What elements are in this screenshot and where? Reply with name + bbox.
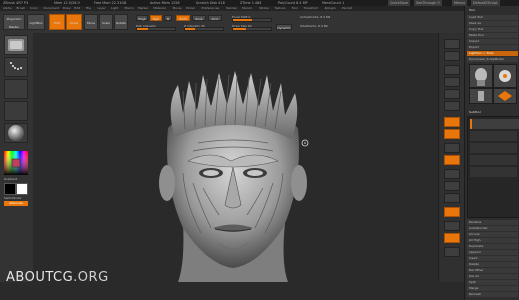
del-all-button[interactable]: Del All bbox=[467, 274, 518, 279]
brush-thumbnail[interactable] bbox=[4, 35, 28, 55]
tool-palette-title: Tool bbox=[467, 8, 518, 13]
material-thumbnail[interactable] bbox=[4, 123, 28, 143]
polymesh-icon bbox=[498, 91, 512, 101]
subtool-item-active[interactable] bbox=[470, 119, 519, 129]
subtool-item[interactable] bbox=[470, 167, 517, 177]
move-view-button[interactable] bbox=[444, 193, 460, 203]
rgb-button[interactable]: Rgb bbox=[150, 15, 162, 21]
subtool-list[interactable] bbox=[467, 116, 519, 218]
all-low-button[interactable]: All Low bbox=[467, 232, 518, 237]
scroll-button[interactable] bbox=[444, 65, 460, 75]
projection-master-button[interactable]: Projection Master bbox=[3, 14, 25, 30]
zsub-button[interactable]: Zsub bbox=[192, 15, 206, 21]
active-points-readout: ActivePoints: 8.4 Mil bbox=[300, 15, 331, 19]
lightbox-button[interactable]: LightBox bbox=[27, 14, 45, 30]
total-points-readout: TotalPoints: 8.4 Mil bbox=[300, 24, 328, 28]
document-canvas[interactable] bbox=[33, 33, 438, 282]
polymesh-thumbnail[interactable] bbox=[493, 88, 517, 104]
current-tool-thumbnail[interactable] bbox=[469, 64, 493, 88]
floor-button[interactable] bbox=[444, 129, 460, 139]
zoom-button[interactable] bbox=[444, 77, 460, 87]
gradient-label: Gradient bbox=[4, 177, 18, 181]
subtool-item[interactable] bbox=[470, 131, 517, 141]
rotate-button[interactable]: Rotate bbox=[114, 14, 128, 30]
export-button[interactable]: Export bbox=[467, 45, 518, 50]
subtool-item[interactable] bbox=[470, 143, 517, 153]
spix-button[interactable] bbox=[444, 51, 460, 61]
watermark-logo: ABOUTCG.ORG bbox=[6, 270, 109, 285]
z-intensity-slider[interactable] bbox=[184, 27, 224, 31]
scale-button[interactable]: Scale bbox=[99, 14, 113, 30]
persp-button[interactable] bbox=[444, 117, 460, 127]
simplebrush-thumbnail[interactable] bbox=[493, 64, 517, 88]
focal-shift-slider[interactable] bbox=[232, 18, 272, 22]
paste-tool-button[interactable]: Paste Tool bbox=[467, 33, 518, 38]
actual-button[interactable] bbox=[444, 89, 460, 99]
append-button[interactable]: Append bbox=[467, 250, 518, 255]
zadd-button[interactable]: Zadd bbox=[176, 15, 190, 21]
solo-button[interactable] bbox=[444, 233, 460, 243]
rgb-intensity-slider[interactable] bbox=[136, 27, 176, 31]
move-button[interactable]: Move bbox=[84, 14, 98, 30]
color-picker[interactable] bbox=[4, 151, 28, 175]
frame-button[interactable] bbox=[444, 181, 460, 191]
merge-button[interactable]: Merge bbox=[467, 286, 518, 291]
alternate-button[interactable]: Alternate bbox=[4, 201, 28, 206]
main-color-swatch[interactable] bbox=[4, 183, 16, 195]
switch-color-button[interactable]: SwitchColor bbox=[4, 196, 22, 200]
import-button[interactable]: Import bbox=[467, 39, 518, 44]
duplicate-button[interactable]: Duplicate bbox=[467, 244, 518, 249]
local-button[interactable] bbox=[444, 143, 460, 153]
stroke-dots-icon bbox=[10, 62, 22, 70]
lsym-button[interactable] bbox=[444, 155, 460, 165]
zcut-button[interactable]: Zcut bbox=[208, 15, 222, 21]
alpha-thumbnail[interactable] bbox=[4, 79, 28, 99]
color-wheel-icon bbox=[4, 151, 28, 175]
tool-palette: Tool Load Tool Save As Copy Tool Paste T… bbox=[464, 6, 519, 300]
cylinder-thumbnail[interactable] bbox=[469, 88, 493, 104]
dynamic-button[interactable]: Dynamic bbox=[276, 24, 292, 30]
simplebrush-icon bbox=[499, 70, 511, 82]
save-as-button[interactable]: Save As bbox=[467, 21, 518, 26]
load-tool-button[interactable]: Load Tool bbox=[467, 15, 518, 20]
cylinder-icon bbox=[478, 91, 484, 101]
texture-thumbnail[interactable] bbox=[4, 101, 28, 121]
copy-tool-button[interactable]: Copy Tool bbox=[467, 27, 518, 32]
crosshair-cursor-icon bbox=[301, 139, 309, 147]
lightbox-tools-button[interactable]: Lightbox > Tools bbox=[467, 51, 518, 56]
subtool-item[interactable] bbox=[470, 155, 517, 165]
m-button[interactable]: M bbox=[164, 15, 172, 21]
autoreorder-button[interactable]: AutoReorder bbox=[467, 226, 518, 231]
rename-button[interactable]: Rename bbox=[467, 220, 518, 225]
aahalf-button[interactable] bbox=[444, 101, 460, 111]
sculpt-bust bbox=[159, 71, 309, 282]
mrgb-button[interactable]: Mrgb bbox=[136, 15, 148, 21]
stroke-thumbnail[interactable] bbox=[4, 57, 28, 77]
bpr-button[interactable] bbox=[444, 39, 460, 49]
top-toolbar: Projection Master LightBox Edit Draw Mov… bbox=[0, 11, 519, 34]
all-high-button[interactable]: All High bbox=[467, 238, 518, 243]
transp-button[interactable] bbox=[444, 221, 460, 231]
edit-button[interactable]: Edit bbox=[49, 14, 65, 30]
insert-button[interactable]: Insert bbox=[467, 256, 518, 261]
secondary-color-swatch[interactable] bbox=[16, 183, 28, 195]
remesh-button[interactable]: Remesh bbox=[467, 292, 518, 297]
delete-button[interactable]: Delete bbox=[467, 262, 518, 267]
left-shelf: Gradient SwitchColor Alternate bbox=[0, 33, 34, 282]
bust-thumbnail-icon bbox=[475, 68, 487, 86]
subtool-title: SubTool bbox=[467, 110, 518, 115]
xpose-button[interactable] bbox=[444, 247, 460, 257]
draw-button[interactable]: Draw bbox=[66, 14, 82, 30]
right-shelf bbox=[438, 33, 465, 282]
xyz-button[interactable] bbox=[444, 169, 460, 179]
split-button[interactable]: Split bbox=[467, 280, 518, 285]
del-other-button[interactable]: Del Other bbox=[467, 268, 518, 273]
draw-size-slider[interactable] bbox=[232, 27, 272, 31]
polyf-button[interactable] bbox=[444, 207, 460, 217]
material-sphere-icon bbox=[8, 125, 24, 141]
brush-icon bbox=[8, 39, 24, 51]
current-tool-name[interactable]: Dynamesh_ScalpModel bbox=[467, 57, 518, 62]
